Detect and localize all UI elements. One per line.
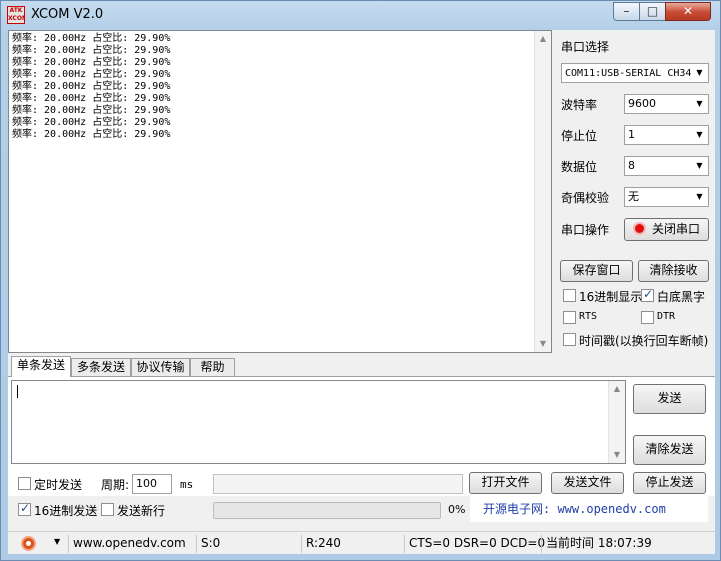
- status-lines: CTS=0 DSR=0 DCD=0: [404, 535, 545, 553]
- port-select-value: COM11:USB-SERIAL CH34: [565, 68, 692, 79]
- receive-textarea[interactable]: 频率: 20.00Hz 占空比: 29.90% 频率: 20.00Hz 占空比: …: [8, 30, 552, 353]
- status-time: 当前时间 18:07:39: [541, 535, 713, 553]
- save-window-button[interactable]: 保存窗口: [560, 260, 633, 282]
- text-caret: [17, 385, 18, 398]
- receive-line: 频率: 20.00Hz 占空比: 29.90%: [12, 93, 171, 104]
- baud-select[interactable]: 9600 ▼: [624, 94, 709, 114]
- send-newline-label: 发送新行: [117, 504, 166, 518]
- send-button[interactable]: 发送: [633, 384, 706, 414]
- clear-receive-button[interactable]: 清除接收: [638, 260, 709, 282]
- hex-send-label: 16进制发送: [34, 504, 98, 518]
- hex-display-label: 16进制显示: [579, 290, 643, 304]
- port-open-indicator-icon: [632, 222, 646, 235]
- close-port-label: 关闭串口: [651, 222, 700, 236]
- dtr-label: DTR: [657, 311, 676, 322]
- scroll-up-icon[interactable]: ▲: [535, 31, 551, 47]
- open-file-button[interactable]: 打开文件: [469, 472, 542, 494]
- site-link-text[interactable]: 开源电子网: www.openedv.com: [483, 500, 666, 517]
- chevron-down-icon: ▼: [691, 64, 708, 82]
- minimize-button[interactable]: –: [613, 2, 640, 21]
- xcom-logo-icon: ATKXCOM: [7, 6, 25, 24]
- period-label: 周期:: [101, 478, 130, 492]
- baud-label: 波特率: [561, 98, 598, 112]
- tab-protocol[interactable]: 协议传输: [131, 358, 190, 376]
- white-black-checkbox[interactable]: ✓: [641, 287, 654, 302]
- chevron-down-icon: ▼: [691, 95, 708, 113]
- scroll-down-icon[interactable]: ▼: [535, 336, 551, 352]
- parity-select[interactable]: 无 ▼: [624, 187, 709, 207]
- rts-checkbox[interactable]: [563, 311, 576, 324]
- period-unit: ms: [180, 478, 194, 491]
- receive-line: 频率: 20.00Hz 占空比: 29.90%: [12, 81, 171, 92]
- data-bits-select[interactable]: 8 ▼: [624, 156, 709, 176]
- stop-bits-select[interactable]: 1 ▼: [624, 125, 709, 145]
- timestamp-checkbox[interactable]: [563, 333, 576, 346]
- receive-line: 频率: 20.00Hz 占空比: 29.90%: [12, 33, 171, 44]
- stop-bits-value: 1: [628, 128, 635, 141]
- progress-percent: 0%: [448, 503, 466, 516]
- clear-send-button[interactable]: 清除发送: [633, 435, 706, 465]
- scroll-down-icon[interactable]: ▼: [609, 447, 625, 463]
- parity-label: 奇偶校验: [561, 191, 610, 205]
- window-title: XCOM V2.0: [31, 7, 104, 22]
- send-newline-checkbox[interactable]: [101, 503, 114, 516]
- app-window: ATKXCOM XCOM V2.0 – □ ✕ 频率: 20.00Hz 占空比:…: [0, 0, 721, 561]
- status-sent: S:0: [196, 535, 298, 553]
- chevron-down-icon: ▼: [691, 188, 708, 206]
- parity-value: 无: [628, 190, 639, 203]
- logo-dropdown-icon[interactable]: ▼: [54, 537, 60, 546]
- tab-single-send[interactable]: 单条发送: [11, 356, 71, 377]
- data-bits-value: 8: [628, 159, 635, 172]
- timed-send-label: 定时发送: [34, 478, 83, 492]
- baud-value: 9600: [628, 97, 656, 110]
- close-button[interactable]: ✕: [665, 2, 711, 21]
- receive-scrollbar[interactable]: ▲ ▼: [534, 31, 551, 352]
- port-select[interactable]: COM11:USB-SERIAL CH34 ▼: [561, 63, 709, 83]
- receive-line: 频率: 20.00Hz 占空比: 29.90%: [12, 117, 171, 128]
- port-op-label: 串口操作: [561, 223, 610, 237]
- stop-bits-label: 停止位: [561, 129, 598, 143]
- status-received: R:240: [301, 535, 403, 553]
- timed-send-checkbox[interactable]: [18, 477, 31, 490]
- tab-help[interactable]: 帮助: [190, 358, 235, 376]
- send-progress-bar: [213, 502, 441, 519]
- port-select-label: 串口选择: [561, 40, 610, 54]
- status-url[interactable]: www.openedv.com: [68, 535, 192, 553]
- send-scrollbar[interactable]: ▲ ▼: [608, 381, 625, 463]
- status-bar: ▼ www.openedv.com S:0 R:240 CTS=0 DSR=0 …: [8, 531, 715, 554]
- chevron-down-icon: ▼: [691, 126, 708, 144]
- title-bar[interactable]: ATKXCOM XCOM V2.0 – □ ✕: [1, 1, 720, 29]
- white-black-label: 白底黑字: [657, 290, 706, 304]
- receive-line: 频率: 20.00Hz 占空比: 29.90%: [12, 69, 171, 80]
- receive-line: 频率: 20.00Hz 占空比: 29.90%: [12, 45, 171, 56]
- file-path-field[interactable]: [213, 474, 463, 494]
- dtr-checkbox[interactable]: [641, 311, 654, 324]
- data-bits-label: 数据位: [561, 160, 598, 174]
- scroll-up-icon[interactable]: ▲: [609, 381, 625, 397]
- send-tabs: 单条发送 多条发送 协议传输 帮助: [8, 356, 238, 377]
- send-textarea[interactable]: ▲ ▼: [11, 380, 626, 464]
- period-input[interactable]: 100: [132, 474, 172, 494]
- timestamp-label: 时间戳(以换行回车断帧): [579, 334, 709, 348]
- receive-line: 频率: 20.00Hz 占空比: 29.90%: [12, 129, 171, 140]
- rts-label: RTS: [579, 311, 598, 322]
- check-icon: ✓: [643, 287, 654, 301]
- chevron-down-icon: ▼: [691, 157, 708, 175]
- receive-line: 频率: 20.00Hz 占空比: 29.90%: [12, 57, 171, 68]
- openedv-logo-icon[interactable]: [21, 536, 36, 551]
- hex-display-checkbox[interactable]: [563, 289, 576, 302]
- hex-send-checkbox[interactable]: ✓: [18, 501, 31, 516]
- maximize-button[interactable]: □: [639, 2, 666, 21]
- stop-send-button[interactable]: 停止发送: [633, 472, 706, 494]
- tab-multi-send[interactable]: 多条发送: [71, 358, 131, 376]
- send-file-button[interactable]: 发送文件: [551, 472, 624, 494]
- client-area: 频率: 20.00Hz 占空比: 29.90% 频率: 20.00Hz 占空比: …: [8, 30, 715, 554]
- receive-text: 频率: 20.00Hz 占空比: 29.90% 频率: 20.00Hz 占空比: …: [12, 33, 170, 141]
- close-port-button[interactable]: 关闭串口: [624, 218, 709, 241]
- receive-line: 频率: 20.00Hz 占空比: 29.90%: [12, 105, 171, 116]
- check-icon: ✓: [20, 501, 31, 515]
